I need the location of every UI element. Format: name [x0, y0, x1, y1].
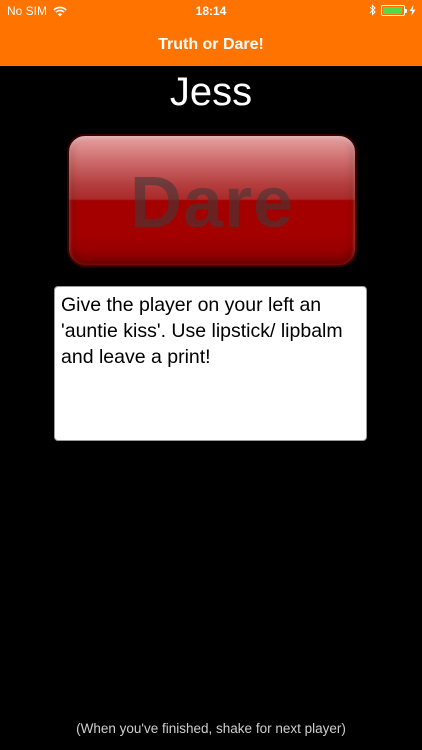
- shake-hint: (When you've finished, shake for next pl…: [76, 721, 346, 736]
- dare-button-label: Dare: [129, 163, 295, 243]
- battery-level: [383, 6, 402, 14]
- dare-button[interactable]: Dare: [67, 134, 357, 267]
- status-time: 18:14: [195, 4, 227, 18]
- bluetooth-icon: [369, 4, 376, 16]
- battery-icon: [381, 4, 407, 16]
- screen: No SIM 18:14 Truth or Dare! Jess Dare Gi…: [0, 0, 422, 750]
- dare-text-box[interactable]: Give the player on your left an 'auntie …: [54, 286, 367, 441]
- battery-nub: [405, 8, 407, 13]
- status-bar: No SIM 18:14: [0, 0, 422, 22]
- player-name: Jess: [169, 70, 253, 114]
- status-right: [369, 4, 416, 16]
- nav-title: Truth or Dare!: [158, 36, 264, 53]
- charging-bolt-icon: [409, 4, 416, 16]
- navigation-bar: No SIM 18:14 Truth or Dare!: [0, 0, 422, 66]
